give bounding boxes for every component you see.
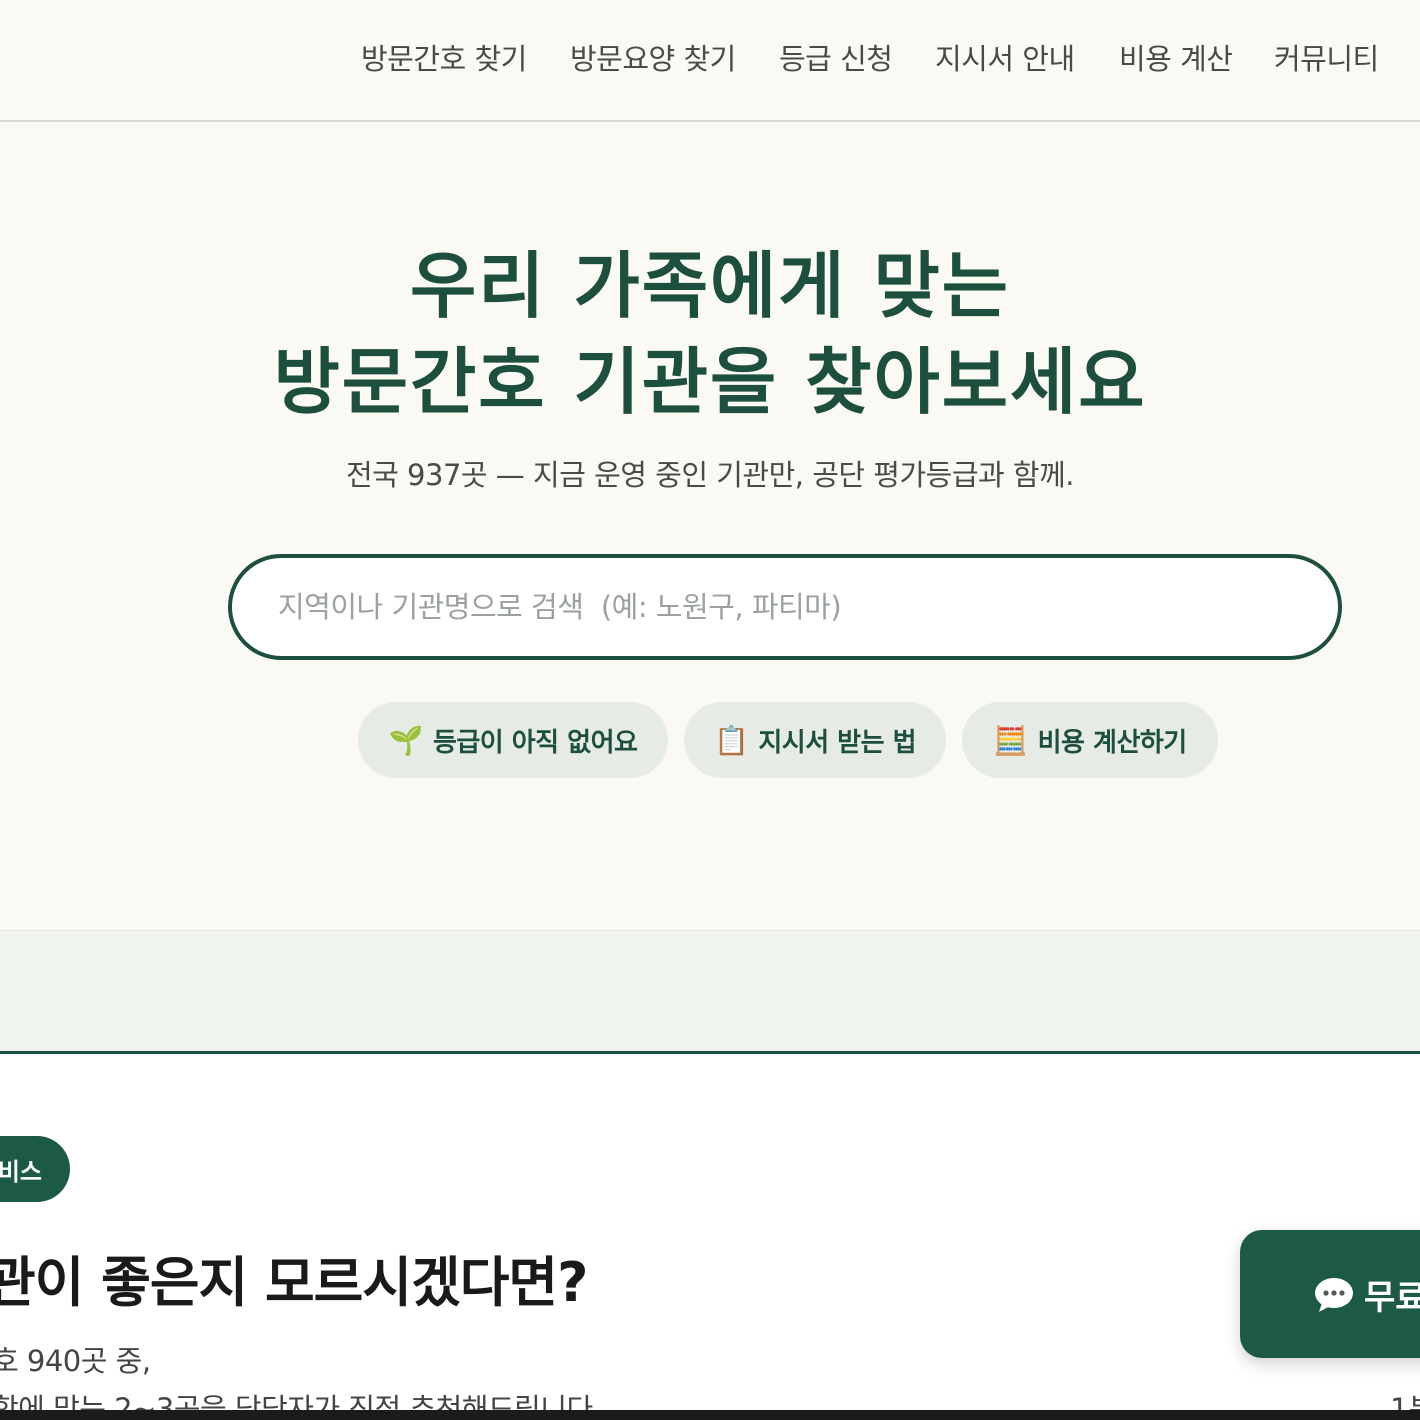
search-input[interactable] <box>276 589 1260 625</box>
hero-subtitle: 전국 937곳 — 지금 운영 중인 기관만, 공단 평가등급과 함께. <box>345 458 1075 492</box>
chip-label: 지시서 받는 법 <box>758 727 916 758</box>
search-box <box>228 554 1342 660</box>
nav-item-visiting-nursing[interactable]: 방문간호 찾기 <box>361 36 527 78</box>
hero-title-line2: 방문간호 기관을 찾아보세요 <box>273 339 1147 424</box>
top-navigation: 방문간호 찾기 방문요양 찾기 등급 신청 지시서 안내 비용 계산 커뮤니티 <box>0 0 1420 122</box>
recommendation-section: 비스 관이 좋은지 모르시겠다면? 호 940곳 중, 함에 맞는 2~3곳을 … <box>0 1054 1420 1420</box>
chat-button-label: 무료 <box>1364 1277 1420 1318</box>
speech-bubble-icon <box>1314 1277 1354 1312</box>
divider-band <box>0 930 1420 1055</box>
chip-label: 등급이 아직 없어요 <box>432 727 638 758</box>
service-badge: 비스 <box>0 1136 70 1202</box>
chat-consult-button[interactable]: 무료 <box>1240 1230 1420 1358</box>
nav-item-visiting-care[interactable]: 방문요양 찾기 <box>570 36 736 78</box>
nav-item-cost-calculator[interactable]: 비용 계산 <box>1119 36 1233 78</box>
chip-how-to-get-instructions[interactable]: 📋 지시서 받는 법 <box>684 702 946 778</box>
abacus-icon: 🧮 <box>993 723 1028 757</box>
chip-label: 비용 계산하기 <box>1037 727 1188 758</box>
nav-item-instructions-guide[interactable]: 지시서 안내 <box>935 36 1075 78</box>
section-text-line1: 호 940곳 중, <box>0 1344 151 1378</box>
section-title: 관이 좋은지 모르시겠다면? <box>0 1251 588 1314</box>
hero-title-line1: 우리 가족에게 맞는 <box>409 243 1011 328</box>
nav-item-community[interactable]: 커뮤니티 <box>1274 36 1379 78</box>
clipboard-icon: 📋 <box>714 723 749 757</box>
seedling-icon: 🌱 <box>388 723 424 757</box>
bottom-bar <box>0 1410 1420 1420</box>
chip-no-grade-yet[interactable]: 🌱 등급이 아직 없어요 <box>358 702 668 778</box>
chip-cost-calculation[interactable]: 🧮 비용 계산하기 <box>962 702 1218 778</box>
nav-item-grade-application[interactable]: 등급 신청 <box>779 36 893 78</box>
